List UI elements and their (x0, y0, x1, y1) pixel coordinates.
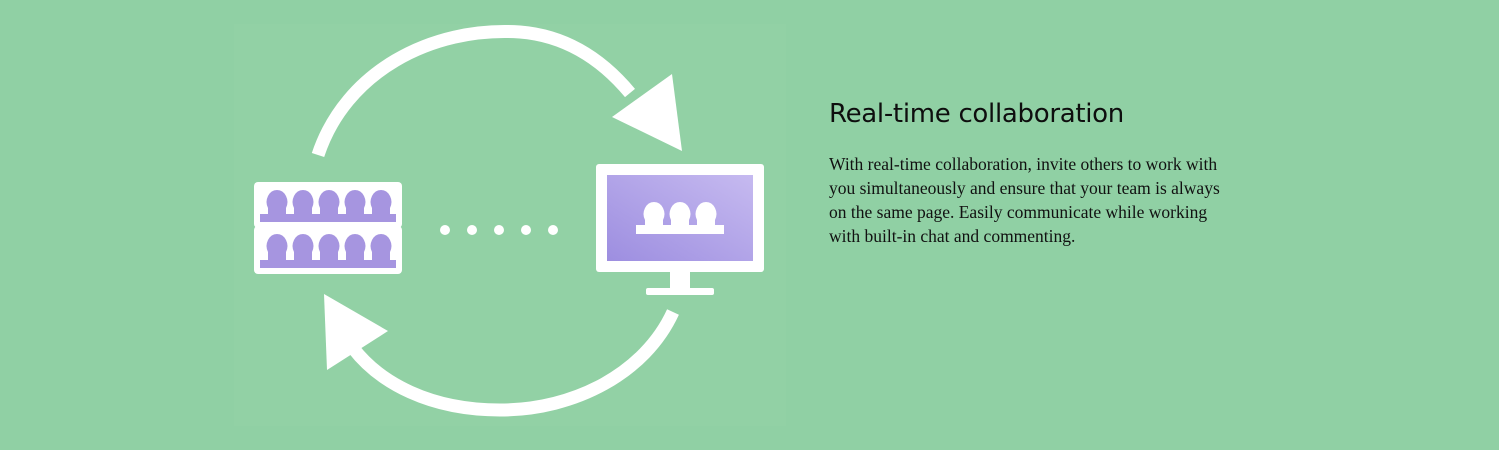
collaboration-copy: Real-time collaboration With real-time c… (829, 96, 1229, 248)
team-group-icon (254, 182, 402, 274)
collaboration-section: Real-time collaboration With real-time c… (0, 0, 1499, 450)
collaboration-illustration (230, 18, 790, 428)
remote-team-icon (636, 202, 724, 234)
section-description: With real-time collaboration, invite oth… (829, 154, 1220, 246)
section-title: Real-time collaboration (829, 99, 1124, 129)
